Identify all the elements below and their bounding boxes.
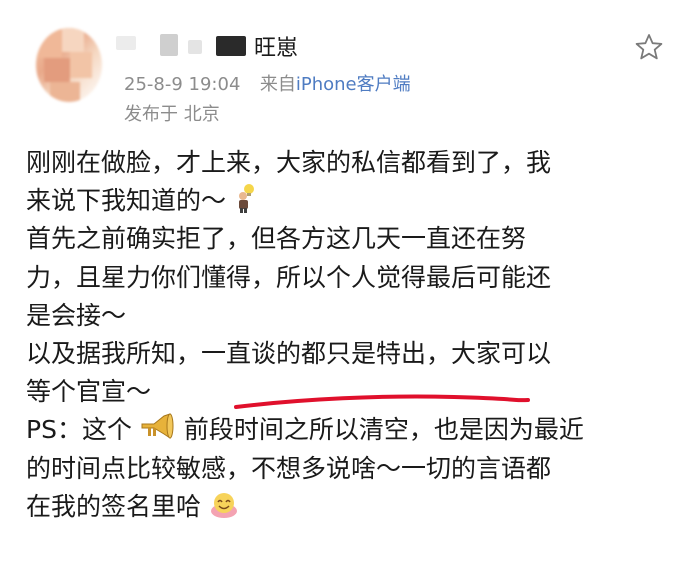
- smiling-face-emoji: [210, 492, 237, 518]
- post-line-8-end: 前段时间之所以清空，也是因为最近: [183, 415, 584, 445]
- star-outline-icon[interactable]: [634, 32, 664, 62]
- post-location: 发布于 北京: [124, 104, 220, 125]
- post-line-2-text: 来说下我知道的～: [26, 186, 227, 216]
- avatar[interactable]: [36, 28, 102, 102]
- post-line-3: 首先之前确实拒了，但各方这几天一直还在努: [26, 224, 527, 254]
- trumpet-emoji: [141, 413, 174, 440]
- post-line-4: 力，且星力你们懂得，所以个人觉得最后可能还: [26, 262, 552, 292]
- post-line-2: 来说下我知道的～: [26, 182, 666, 220]
- post-line-8-start: PS：这个: [26, 415, 132, 445]
- post-line-9: 的时间点比较敏感，不想多说啥～一切的言语都: [26, 453, 552, 483]
- post-line-10-text: 在我的签名里哈: [26, 491, 202, 521]
- redacted-name-part-1: [116, 36, 136, 50]
- redacted-name-part-4: [216, 36, 246, 56]
- post-line-5: 是会接～: [26, 300, 127, 330]
- source-device-link[interactable]: iPhone客户端: [296, 74, 411, 95]
- person-with-lightbulb-emoji: [238, 184, 254, 214]
- post-meta: 25-8-9 19:04 来自iPhone客户端: [124, 70, 411, 96]
- post-line-8: PS：这个 前段时间之所以清空，也是因为最近: [26, 411, 666, 449]
- post-line-1: 刚刚在做脸，才上来，大家的私信都看到了，我: [26, 148, 552, 177]
- redacted-name-part-2: [160, 34, 178, 56]
- source-prefix: 来自: [259, 74, 296, 95]
- post-line-6: 以及据我所知，一直谈的都只是特出，大家可以: [26, 338, 552, 368]
- highlight-underline: [234, 394, 530, 409]
- post-line-10: 在我的签名里哈: [26, 488, 666, 526]
- redacted-name-part-3: [188, 40, 202, 54]
- post-timestamp: 25-8-9 19:04: [124, 74, 241, 95]
- post-body: 刚刚在做脸，才上来，大家的私信都看到了，我 来说下我知道的～ 首先之前确实拒了，…: [26, 144, 666, 526]
- username[interactable]: 旺崽: [254, 30, 298, 62]
